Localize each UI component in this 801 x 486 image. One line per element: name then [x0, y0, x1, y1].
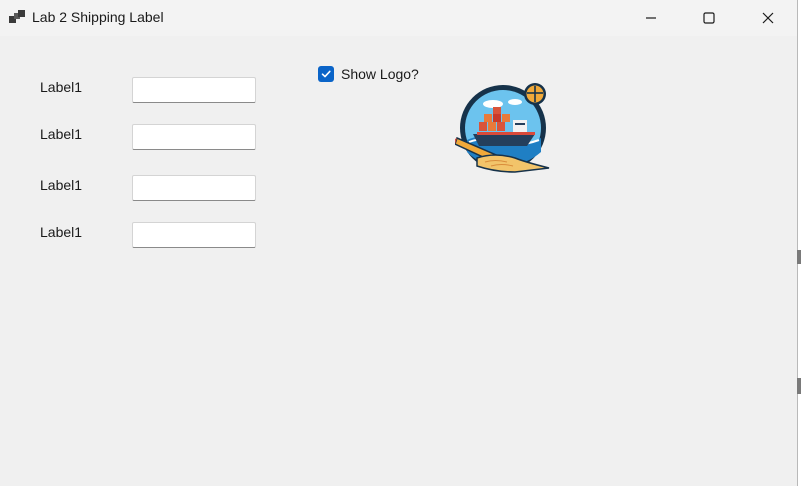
text-input-2[interactable] — [132, 124, 256, 150]
close-button[interactable] — [739, 0, 797, 36]
field-label-3: Label1 — [40, 177, 83, 193]
text-input-1[interactable] — [132, 77, 256, 103]
field-label-2: Label1 — [40, 126, 83, 142]
form-client-area: Label1 Label1 Label1 Label1 Show Logo? — [0, 36, 797, 486]
field-label-4: Label1 — [40, 224, 83, 240]
app-window: Lab 2 Shipping Label Label1 Label1 Label… — [0, 0, 798, 486]
text-input-3[interactable] — [132, 175, 256, 201]
app-window-icon — [9, 10, 25, 23]
maximize-icon — [703, 12, 715, 24]
window-edge-marker — [797, 250, 801, 264]
title-bar[interactable]: Lab 2 Shipping Label — [0, 0, 797, 36]
maximize-button[interactable] — [680, 0, 738, 36]
window-edge-marker — [797, 378, 801, 394]
field-label-1: Label1 — [40, 79, 83, 95]
show-logo-checkbox[interactable]: Show Logo? — [318, 65, 419, 83]
show-logo-label: Show Logo? — [341, 66, 419, 82]
minimize-icon — [646, 17, 656, 19]
checkbox-checked-icon — [318, 66, 334, 82]
text-input-4[interactable] — [132, 222, 256, 248]
window-title: Lab 2 Shipping Label — [32, 9, 164, 25]
minimize-button[interactable] — [622, 0, 680, 36]
shipping-logo-icon — [455, 83, 550, 173]
close-icon — [762, 12, 774, 24]
